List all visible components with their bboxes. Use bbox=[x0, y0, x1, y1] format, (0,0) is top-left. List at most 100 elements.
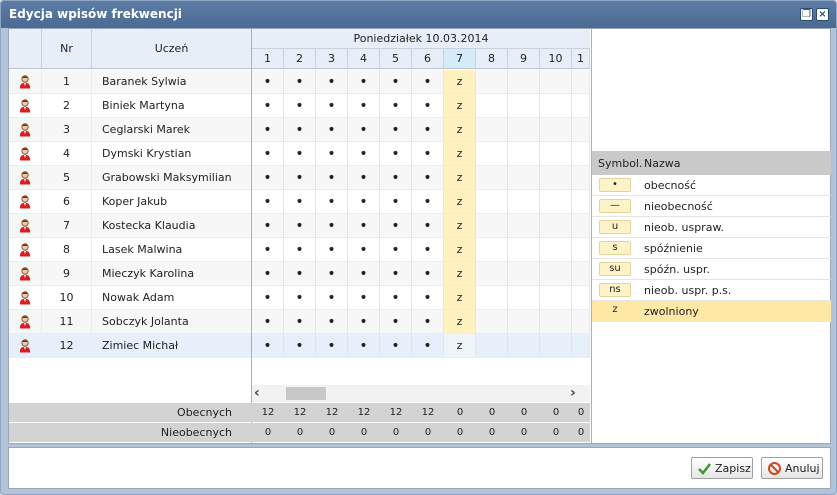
attendance-cell[interactable] bbox=[508, 142, 540, 166]
lesson-header[interactable]: 6 bbox=[412, 49, 444, 69]
attendance-cell[interactable]: • bbox=[348, 334, 380, 358]
attendance-cell[interactable] bbox=[572, 166, 590, 190]
attendance-cell[interactable]: • bbox=[380, 190, 412, 214]
attendance-cell[interactable] bbox=[476, 286, 508, 310]
lesson-header[interactable]: 3 bbox=[316, 49, 348, 69]
attendance-cell[interactable]: • bbox=[348, 70, 380, 94]
table-row[interactable]: 8 Lasek Malwina • • • • • • z bbox=[9, 238, 590, 262]
attendance-cell[interactable]: • bbox=[412, 166, 444, 190]
attendance-cell[interactable] bbox=[572, 142, 590, 166]
lesson-header[interactable]: 1 bbox=[572, 49, 590, 69]
attendance-cell[interactable]: • bbox=[252, 262, 284, 286]
attendance-cell[interactable] bbox=[540, 262, 572, 286]
attendance-cell[interactable]: • bbox=[316, 142, 348, 166]
attendance-cell[interactable]: • bbox=[316, 238, 348, 262]
student-column-header[interactable]: Uczeń bbox=[92, 29, 252, 69]
attendance-cell[interactable]: z bbox=[444, 286, 476, 310]
lesson-header[interactable]: 10 bbox=[540, 49, 572, 69]
attendance-cell[interactable] bbox=[508, 238, 540, 262]
attendance-cell[interactable] bbox=[476, 262, 508, 286]
attendance-cell[interactable]: • bbox=[380, 166, 412, 190]
attendance-cell[interactable] bbox=[476, 142, 508, 166]
attendance-cell[interactable] bbox=[508, 286, 540, 310]
attendance-cell[interactable]: • bbox=[284, 118, 316, 142]
attendance-cell[interactable] bbox=[540, 118, 572, 142]
attendance-cell[interactable]: • bbox=[380, 94, 412, 118]
attendance-cell[interactable]: • bbox=[412, 142, 444, 166]
attendance-cell[interactable]: • bbox=[316, 94, 348, 118]
lesson-header[interactable]: 8 bbox=[476, 49, 508, 69]
attendance-cell[interactable]: • bbox=[252, 190, 284, 214]
attendance-cell[interactable]: • bbox=[412, 334, 444, 358]
attendance-cell[interactable] bbox=[476, 334, 508, 358]
attendance-cell[interactable] bbox=[572, 94, 590, 118]
legend-item[interactable]: • obecność bbox=[592, 175, 831, 196]
attendance-cell[interactable]: • bbox=[380, 118, 412, 142]
attendance-cell[interactable]: • bbox=[284, 214, 316, 238]
attendance-cell[interactable]: • bbox=[284, 190, 316, 214]
attendance-cell[interactable]: • bbox=[316, 286, 348, 310]
attendance-cell[interactable]: • bbox=[252, 70, 284, 94]
cancel-button[interactable]: Anuluj bbox=[761, 457, 823, 479]
attendance-cell[interactable]: • bbox=[412, 214, 444, 238]
restore-icon[interactable]: ❐ bbox=[800, 8, 813, 21]
attendance-cell[interactable]: • bbox=[380, 238, 412, 262]
lesson-header[interactable]: 2 bbox=[284, 49, 316, 69]
attendance-cell[interactable]: • bbox=[284, 286, 316, 310]
attendance-cell[interactable]: • bbox=[316, 310, 348, 334]
attendance-cell[interactable]: • bbox=[348, 190, 380, 214]
attendance-cell[interactable]: • bbox=[284, 310, 316, 334]
attendance-cell[interactable] bbox=[508, 214, 540, 238]
table-row[interactable]: 2 Biniek Martyna • • • • • • z bbox=[9, 94, 590, 118]
attendance-cell[interactable] bbox=[540, 142, 572, 166]
lesson-header[interactable]: 5 bbox=[380, 49, 412, 69]
attendance-cell[interactable]: • bbox=[252, 310, 284, 334]
attendance-cell[interactable] bbox=[540, 310, 572, 334]
attendance-cell[interactable]: • bbox=[252, 166, 284, 190]
attendance-cell[interactable]: • bbox=[252, 238, 284, 262]
attendance-cell[interactable]: z bbox=[444, 70, 476, 94]
attendance-cell[interactable]: • bbox=[412, 70, 444, 94]
table-row[interactable]: 5 Grabowski Maksymilian • • • • • • z bbox=[9, 166, 590, 190]
attendance-cell[interactable]: • bbox=[348, 142, 380, 166]
attendance-cell[interactable] bbox=[476, 70, 508, 94]
attendance-cell[interactable]: • bbox=[412, 118, 444, 142]
attendance-cell[interactable] bbox=[508, 262, 540, 286]
attendance-cell[interactable] bbox=[540, 334, 572, 358]
attendance-cell[interactable]: • bbox=[380, 310, 412, 334]
attendance-cell[interactable] bbox=[572, 190, 590, 214]
attendance-cell[interactable]: • bbox=[284, 142, 316, 166]
attendance-cell[interactable] bbox=[508, 118, 540, 142]
attendance-cell[interactable]: • bbox=[412, 310, 444, 334]
attendance-cell[interactable] bbox=[572, 262, 590, 286]
attendance-cell[interactable]: • bbox=[252, 118, 284, 142]
attendance-cell[interactable]: • bbox=[316, 166, 348, 190]
attendance-cell[interactable]: • bbox=[412, 190, 444, 214]
attendance-cell[interactable]: • bbox=[412, 238, 444, 262]
attendance-cell[interactable]: • bbox=[348, 238, 380, 262]
attendance-cell[interactable] bbox=[476, 190, 508, 214]
attendance-cell[interactable]: z bbox=[444, 118, 476, 142]
legend-item[interactable]: su spóźn. uspr. bbox=[592, 259, 831, 280]
attendance-cell[interactable]: z bbox=[444, 262, 476, 286]
attendance-cell[interactable]: • bbox=[348, 166, 380, 190]
scroll-right-icon[interactable]: › bbox=[570, 385, 576, 402]
attendance-cell[interactable]: • bbox=[348, 286, 380, 310]
attendance-cell[interactable]: • bbox=[412, 286, 444, 310]
attendance-cell[interactable] bbox=[572, 238, 590, 262]
attendance-cell[interactable]: • bbox=[380, 262, 412, 286]
legend-item[interactable]: — nieobecność bbox=[592, 196, 831, 217]
attendance-cell[interactable]: • bbox=[252, 94, 284, 118]
attendance-cell[interactable]: • bbox=[380, 286, 412, 310]
attendance-cell[interactable]: • bbox=[316, 118, 348, 142]
attendance-cell[interactable]: z bbox=[444, 238, 476, 262]
attendance-cell[interactable]: • bbox=[284, 238, 316, 262]
attendance-cell[interactable]: z bbox=[444, 310, 476, 334]
attendance-cell[interactable]: • bbox=[252, 214, 284, 238]
lesson-header[interactable]: 4 bbox=[348, 49, 380, 69]
close-icon[interactable]: × bbox=[816, 8, 829, 21]
attendance-cell[interactable]: • bbox=[252, 286, 284, 310]
table-row[interactable]: 3 Ceglarski Marek • • • • • • z bbox=[9, 118, 590, 142]
legend-item[interactable]: u nieob. uspraw. bbox=[592, 217, 831, 238]
attendance-cell[interactable]: • bbox=[316, 70, 348, 94]
